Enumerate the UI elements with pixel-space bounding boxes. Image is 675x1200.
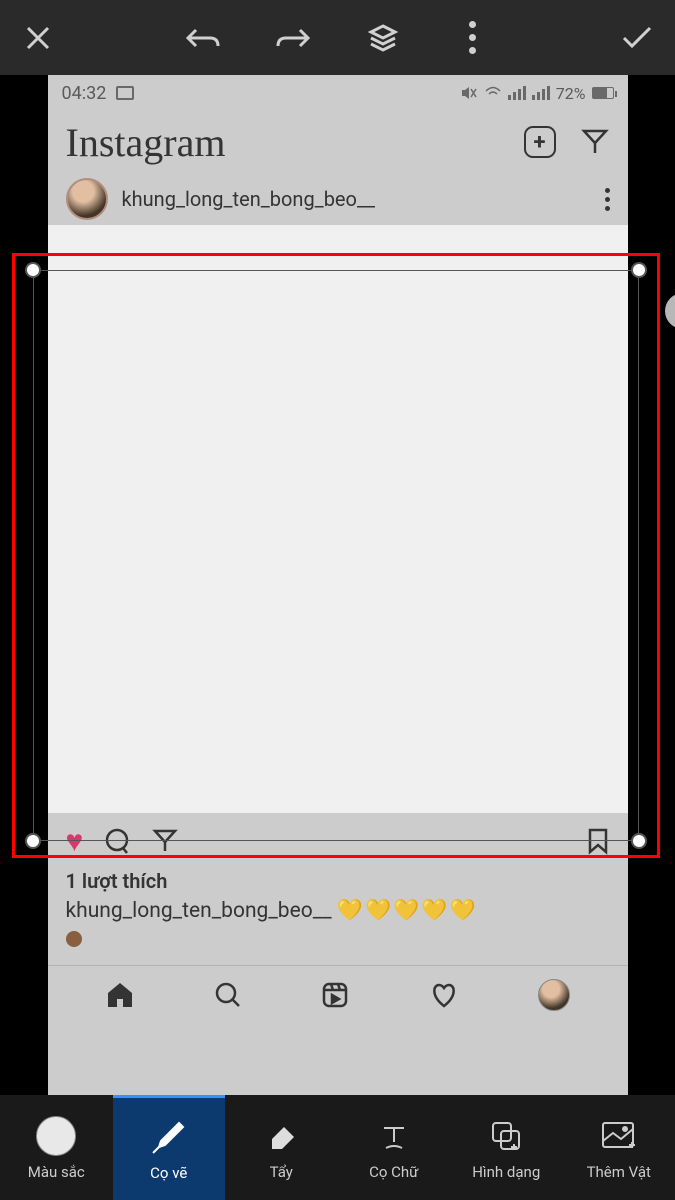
confirm-button[interactable]: [617, 18, 657, 58]
more-button[interactable]: [453, 18, 493, 58]
battery-percent: 72%: [556, 84, 586, 103]
status-time: 04:32: [62, 83, 107, 104]
like-icon: ♥: [66, 824, 84, 859]
battery-icon: [592, 87, 614, 99]
profile-avatar: [538, 979, 570, 1011]
heart-icon: [429, 981, 459, 1009]
tool-label: Hình dạng: [472, 1163, 540, 1181]
selection-handle-tl[interactable]: [25, 262, 41, 278]
selection-handle-bl[interactable]: [25, 833, 41, 849]
tool-brush[interactable]: Cọ vẽ: [113, 1095, 226, 1200]
redo-icon: [274, 24, 312, 52]
redo-button[interactable]: [273, 18, 313, 58]
comment-avatar: [66, 931, 82, 947]
tool-label: Thêm Vật: [587, 1163, 651, 1181]
selection-handle-br[interactable]: [631, 833, 647, 849]
messenger-icon: [580, 127, 610, 157]
post-meta: 1 lượt thích khung_long_ten_bong_beo__ 💛…: [48, 869, 628, 965]
selection-handle-tr[interactable]: [631, 262, 647, 278]
color-circle-icon: [36, 1116, 76, 1156]
undo-button[interactable]: [183, 18, 223, 58]
tool-color[interactable]: Màu sắc: [0, 1095, 113, 1200]
tool-label: Màu sắc: [28, 1163, 85, 1181]
picture-indicator-icon: [116, 86, 134, 100]
home-icon: [105, 981, 135, 1009]
layers-icon: [367, 22, 399, 54]
bookmark-icon: [586, 827, 610, 855]
likes-count: 1 lượt thích: [66, 869, 610, 893]
signal-icon: [508, 86, 526, 100]
post-header: khung_long_ten_bong_beo__: [48, 173, 628, 225]
post-menu-icon: [605, 188, 610, 211]
instagram-logo: Instagram: [66, 119, 226, 166]
kebab-icon: [469, 21, 476, 54]
tool-add-object[interactable]: Thêm Vật: [563, 1095, 675, 1200]
tool-shape[interactable]: Hình dạng: [450, 1095, 563, 1200]
undo-icon: [184, 24, 222, 52]
post-image: [48, 225, 628, 813]
search-icon: [214, 981, 242, 1009]
post-caption: khung_long_ten_bong_beo__ 💛💛💛💛💛: [66, 899, 610, 923]
side-handle[interactable]: [665, 293, 675, 329]
shape-icon: [487, 1117, 525, 1155]
tool-text-brush[interactable]: Cọ Chữ: [338, 1095, 451, 1200]
text-brush-icon: [376, 1118, 412, 1154]
eraser-icon: [262, 1117, 300, 1155]
wifi-icon: [484, 86, 502, 100]
instagram-screenshot: 04:32 72% Instagram + khung_long_ten_: [48, 75, 628, 1095]
instagram-header: Instagram +: [48, 111, 628, 173]
caption-emoji: 💛💛💛💛💛: [337, 899, 478, 923]
editor-canvas[interactable]: 04:32 72% Instagram + khung_long_ten_: [0, 75, 675, 1095]
tool-label: Cọ vẽ: [150, 1164, 187, 1182]
tool-eraser[interactable]: Tẩy: [225, 1095, 338, 1200]
check-icon: [620, 24, 654, 52]
image-plus-icon: [599, 1119, 639, 1153]
layers-button[interactable]: [363, 18, 403, 58]
tool-label: Tẩy: [270, 1163, 293, 1181]
reels-icon: [321, 981, 349, 1009]
signal-icon-2: [532, 86, 550, 100]
tool-label: Cọ Chữ: [369, 1163, 418, 1181]
share-icon: [151, 827, 179, 855]
editor-bottom-toolbar: Màu sắc Cọ vẽ Tẩy Cọ Chữ Hình dạng Thêm …: [0, 1095, 675, 1200]
brush-icon: [149, 1117, 189, 1157]
post-username: khung_long_ten_bong_beo__: [122, 187, 591, 211]
caption-username: khung_long_ten_bong_beo__: [66, 899, 332, 923]
status-bar: 04:32 72%: [48, 75, 628, 111]
mute-icon: [460, 85, 478, 101]
avatar: [66, 178, 108, 220]
close-button[interactable]: [18, 18, 58, 58]
instagram-bottom-nav: [48, 965, 628, 1023]
close-icon: [24, 24, 52, 52]
post-actions: ♥: [48, 813, 628, 869]
new-post-icon: +: [524, 126, 556, 158]
comment-icon: [103, 827, 131, 855]
editor-top-toolbar: [0, 0, 675, 75]
